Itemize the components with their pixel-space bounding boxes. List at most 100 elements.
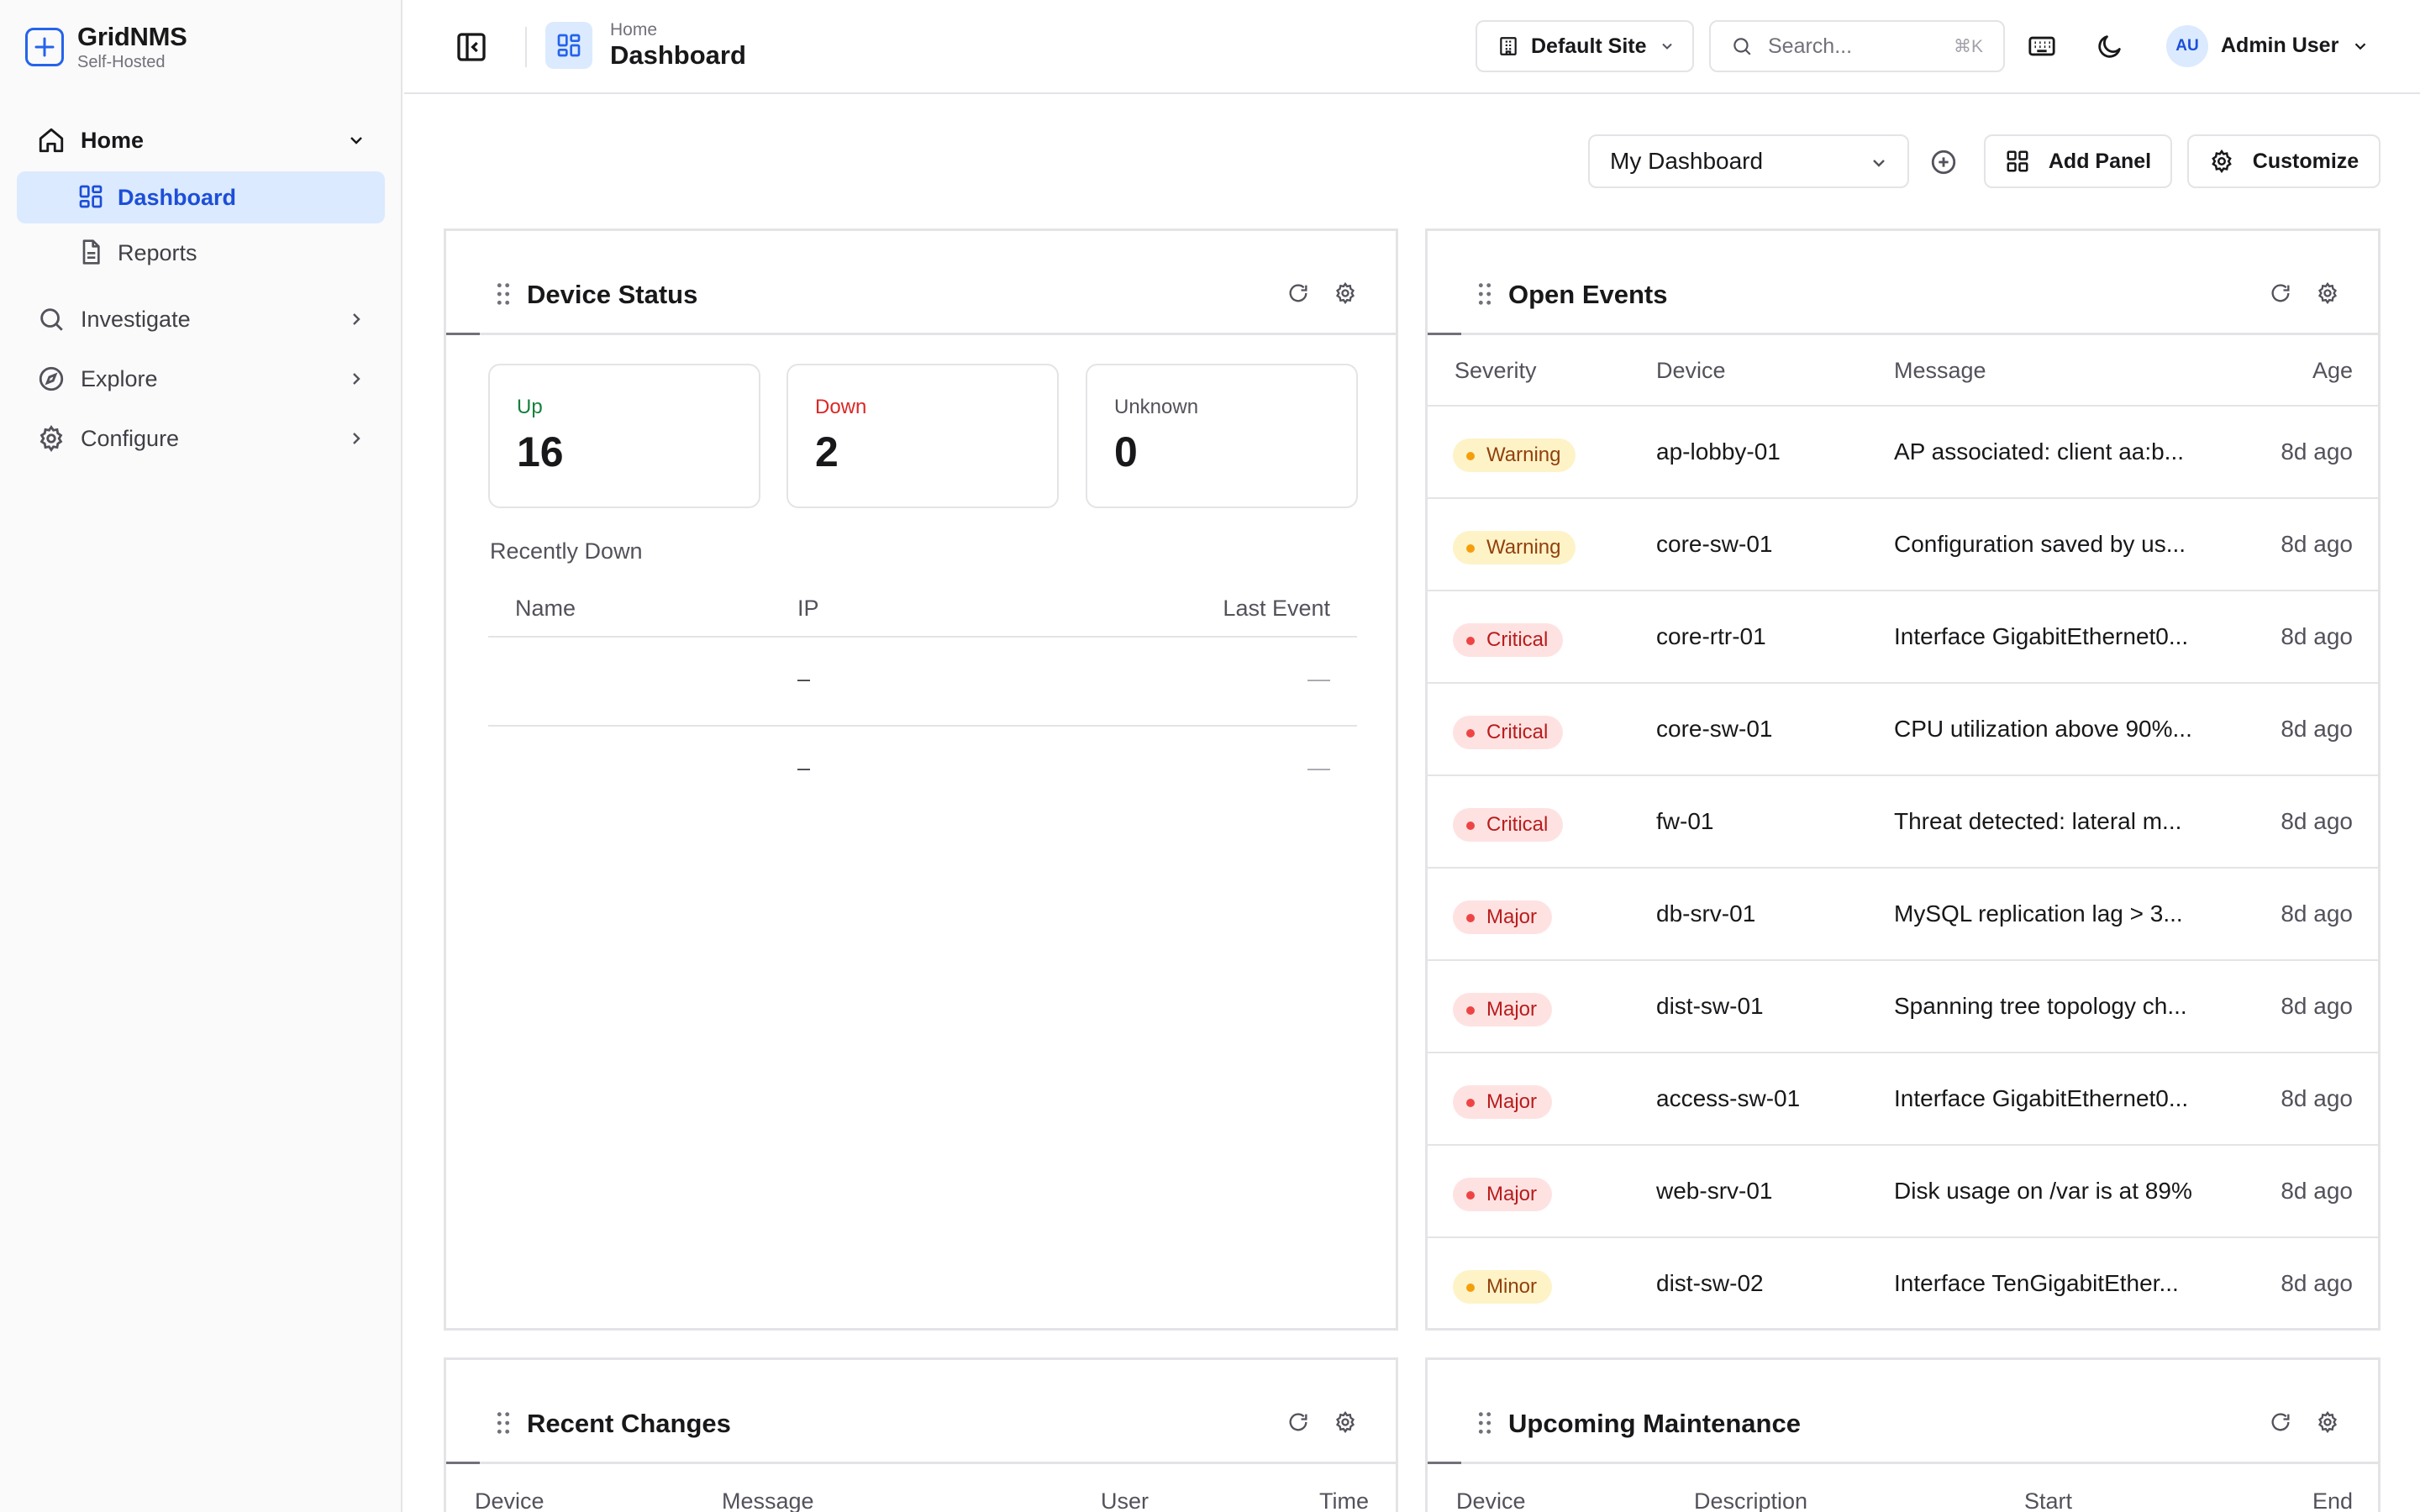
column-header[interactable]: Severity	[1455, 358, 1537, 384]
sidebar-item-dashboard[interactable]: Dashboard	[17, 171, 385, 223]
keyboard-icon[interactable]	[2028, 32, 2056, 60]
stat-value: 2	[815, 428, 839, 475]
table-row[interactable]: Major db-srv-01 MySQL replication lag > …	[1428, 869, 2378, 961]
drag-handle-icon[interactable]	[495, 1410, 512, 1436]
refresh-icon[interactable]	[2269, 281, 2292, 305]
site-selector[interactable]: Default Site	[1476, 20, 1694, 72]
column-header[interactable]: IP	[797, 596, 819, 622]
table-header: Device Description Start End	[1428, 1467, 2378, 1512]
sidebar-item-label: Configure	[81, 425, 180, 451]
cell-ip: –	[797, 755, 811, 780]
brand[interactable]: GridNMS Self-Hosted	[25, 22, 187, 72]
severity-badge: Critical	[1453, 808, 1564, 842]
stat-label: Down	[815, 396, 867, 418]
column-header[interactable]: Age	[2312, 358, 2353, 384]
column-header[interactable]: Message	[1894, 358, 1986, 384]
sidebar-item-investigate[interactable]: Investigate	[17, 293, 385, 345]
column-header[interactable]: Message	[722, 1488, 814, 1512]
page-icon	[545, 22, 592, 69]
table-header: Device Message User Time	[446, 1467, 1396, 1512]
sidebar-item-configure[interactable]: Configure	[17, 412, 385, 465]
table-row[interactable]: – —	[488, 727, 1357, 816]
chevron-down-icon[interactable]	[2351, 37, 2370, 55]
column-header[interactable]: Device	[475, 1488, 544, 1512]
brand-subtitle: Self-Hosted	[77, 53, 166, 71]
customize-button[interactable]: Customize	[2187, 134, 2381, 188]
table-header: Severity Device Message Age	[1428, 338, 2378, 407]
gear-icon[interactable]	[2316, 1410, 2339, 1434]
refresh-icon[interactable]	[1286, 1410, 1310, 1434]
table-row[interactable]: Major access-sw-01 Interface GigabitEthe…	[1428, 1053, 2378, 1146]
column-header[interactable]: Description	[1694, 1488, 1807, 1512]
cell-age: 8d ago	[2281, 993, 2353, 1019]
panel-title: Device Status	[527, 280, 698, 309]
moon-icon[interactable]	[2096, 32, 2124, 60]
table-row[interactable]: Critical core-rtr-01 Interface GigabitEt…	[1428, 591, 2378, 684]
search-icon	[1733, 38, 1751, 55]
column-header[interactable]: End	[2312, 1488, 2353, 1512]
dashboard-grid-icon	[79, 185, 103, 208]
gear-icon	[39, 425, 63, 452]
table-row[interactable]: Warning ap-lobby-01 AP associated: clien…	[1428, 407, 2378, 499]
cell-message: AP associated: client aa:b...	[1894, 438, 2185, 465]
cell-message: Threat detected: lateral m...	[1894, 808, 2182, 834]
column-header[interactable]: Device	[1456, 1488, 1526, 1512]
gear-icon[interactable]	[1334, 1410, 1357, 1434]
table-row[interactable]: Critical core-sw-01 CPU utilization abov…	[1428, 684, 2378, 776]
stat-card-unknown[interactable]: Unknown 0	[1086, 364, 1358, 508]
breadcrumb[interactable]: Home	[610, 20, 657, 40]
column-header[interactable]: Device	[1656, 358, 1726, 384]
column-header[interactable]: Last Event	[1223, 596, 1330, 622]
column-header[interactable]: User	[1101, 1488, 1149, 1512]
user-menu[interactable]: Admin User	[2221, 34, 2338, 58]
table-row[interactable]: Minor dist-sw-02 Interface TenGigabitEth…	[1428, 1238, 2378, 1328]
sidebar-item-home[interactable]: Home	[17, 114, 385, 166]
drag-handle-icon[interactable]	[1476, 281, 1493, 307]
document-icon	[82, 239, 100, 265]
sidebar-item-explore[interactable]: Explore	[17, 353, 385, 405]
stat-card-down[interactable]: Down 2	[786, 364, 1059, 508]
panel-title: Upcoming Maintenance	[1508, 1409, 1801, 1438]
column-header[interactable]: Time	[1319, 1488, 1369, 1512]
refresh-icon[interactable]	[2269, 1410, 2292, 1434]
refresh-icon[interactable]	[1286, 281, 1310, 305]
stat-label: Unknown	[1114, 396, 1199, 418]
sidebar: GridNMS Self-Hosted Home Dashboard Repor…	[0, 0, 402, 1512]
search-input[interactable]: Search... ⌘K	[1709, 20, 2005, 72]
compass-icon	[39, 366, 64, 391]
page-title: Dashboard	[610, 40, 746, 70]
sidebar-item-reports[interactable]: Reports	[17, 227, 385, 279]
severity-badge: Warning	[1453, 531, 1576, 564]
table-row[interactable]: Critical fw-01 Threat detected: lateral …	[1428, 776, 2378, 869]
grid-icon	[2007, 150, 2028, 172]
column-header[interactable]: Start	[2024, 1488, 2072, 1512]
brand-name: GridNMS	[77, 22, 187, 51]
table-row[interactable]: Major web-srv-01 Disk usage on /var is a…	[1428, 1146, 2378, 1238]
cell-device: core-sw-01	[1656, 531, 1773, 557]
column-header[interactable]: Name	[515, 596, 576, 622]
severity-badge: Major	[1453, 993, 1553, 1026]
cell-age: 8d ago	[2281, 531, 2353, 557]
drag-handle-icon[interactable]	[1476, 1410, 1493, 1436]
add-dashboard-icon[interactable]	[1929, 148, 1958, 176]
chevron-down-icon	[350, 137, 362, 144]
drag-handle-icon[interactable]	[495, 281, 512, 307]
gear-icon[interactable]	[2316, 281, 2339, 305]
cell-age: 8d ago	[2281, 1085, 2353, 1111]
add-panel-button[interactable]: Add Panel	[1984, 134, 2172, 188]
device-status-panel: Device Status Up 16 Down 2 Unknown 0 Rec…	[444, 228, 1398, 1331]
table-row[interactable]: Warning core-sw-01 Configuration saved b…	[1428, 499, 2378, 591]
cell-message: CPU utilization above 90%...	[1894, 716, 2192, 742]
stat-card-up[interactable]: Up 16	[488, 364, 760, 508]
gear-icon[interactable]	[1334, 281, 1357, 305]
sidebar-toggle-icon[interactable]	[455, 30, 488, 64]
dashboard-grid-icon	[557, 34, 581, 57]
avatar[interactable]: AU	[2166, 25, 2208, 67]
dashboard-select[interactable]: My Dashboard	[1588, 134, 1909, 188]
search-placeholder: Search...	[1768, 34, 1853, 58]
table-row[interactable]: – —	[488, 638, 1357, 727]
cell-device: fw-01	[1656, 808, 1714, 834]
cell-age: 8d ago	[2281, 438, 2353, 465]
sidebar-item-label: Investigate	[81, 306, 191, 332]
table-row[interactable]: Major dist-sw-01 Spanning tree topology …	[1428, 961, 2378, 1053]
